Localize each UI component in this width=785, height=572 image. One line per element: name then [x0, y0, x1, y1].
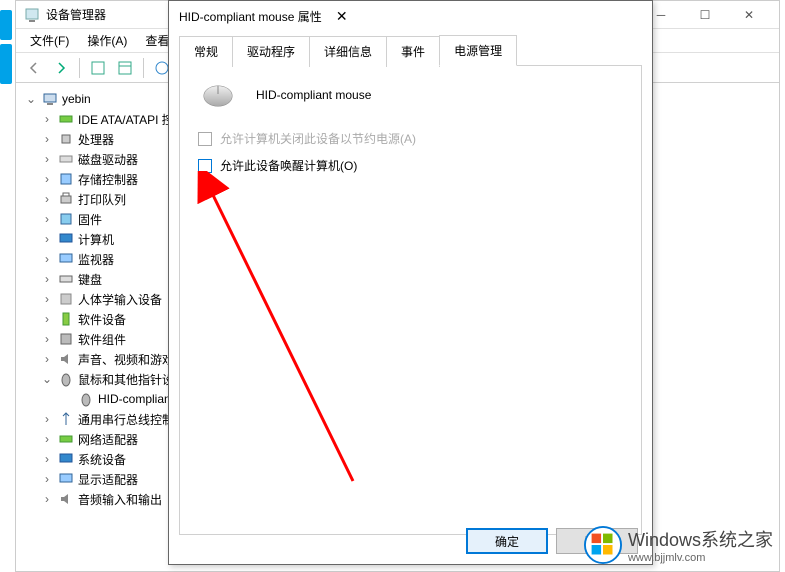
audio-icon: [58, 351, 74, 367]
cpu-icon: [58, 131, 74, 147]
disk-icon: [58, 151, 74, 167]
watermark-brand: Windows系统之家: [628, 530, 773, 550]
firmware-icon: [58, 211, 74, 227]
properties-dialog: HID-compliant mouse 属性 ✕ 常规 驱动程序 详细信息 事件…: [168, 0, 653, 565]
tab-general[interactable]: 常规: [179, 36, 233, 67]
caret-right-icon[interactable]: ›: [40, 452, 54, 466]
printer-icon: [58, 191, 74, 207]
caret-right-icon[interactable]: ›: [40, 412, 54, 426]
devmgr-icon: [24, 7, 40, 23]
storage-icon: [58, 171, 74, 187]
tab-content-power: HID-compliant mouse 允许计算机关闭此设备以节约电源(A) 允…: [179, 65, 642, 535]
tab-details[interactable]: 详细信息: [309, 36, 387, 67]
caret-right-icon[interactable]: ›: [40, 312, 54, 326]
close-button[interactable]: ✕: [727, 1, 771, 29]
caret-right-icon[interactable]: ›: [40, 172, 54, 186]
tab-power[interactable]: 电源管理: [439, 35, 517, 66]
monitor-icon: [58, 251, 74, 267]
menu-file[interactable]: 文件(F): [22, 29, 77, 52]
dialog-close-button[interactable]: ✕: [322, 2, 362, 30]
caret-right-icon[interactable]: ›: [40, 152, 54, 166]
tree-root-label: yebin: [62, 92, 91, 106]
mouse-icon: [78, 391, 94, 407]
caret-right-icon[interactable]: ›: [40, 272, 54, 286]
caret-right-icon[interactable]: ›: [40, 212, 54, 226]
decorative-sidebar: [0, 10, 14, 570]
caret-right-icon[interactable]: ›: [40, 112, 54, 126]
mouse-large-icon: [198, 80, 238, 110]
tab-driver[interactable]: 驱动程序: [232, 36, 310, 67]
devmgr-title-text: 设备管理器: [46, 6, 106, 23]
caret-right-icon[interactable]: ›: [40, 252, 54, 266]
caret-down-icon[interactable]: ⌄: [24, 92, 38, 106]
software-component-icon: [58, 331, 74, 347]
caret-right-icon[interactable]: ›: [40, 332, 54, 346]
network-icon: [58, 431, 74, 447]
checkbox-icon: [198, 132, 212, 146]
checkbox-label: 允许计算机关闭此设备以节约电源(A): [220, 130, 416, 147]
dialog-titlebar: HID-compliant mouse 属性 ✕: [169, 1, 652, 31]
checkbox-allow-wake[interactable]: 允许此设备唤醒计算机(O): [198, 157, 623, 174]
caret-right-icon[interactable]: ›: [40, 292, 54, 306]
watermark-url: www.bjjmlv.com: [628, 552, 773, 564]
display-icon: [58, 471, 74, 487]
tool-forward[interactable]: [49, 56, 73, 80]
checkbox-allow-poweroff: 允许计算机关闭此设备以节约电源(A): [198, 130, 623, 147]
checkbox-icon[interactable]: [198, 159, 212, 173]
caret-right-icon[interactable]: ›: [40, 132, 54, 146]
computer-icon: [42, 91, 58, 107]
tool-view[interactable]: [113, 56, 137, 80]
ok-button[interactable]: 确定: [466, 528, 548, 554]
caret-right-icon[interactable]: ›: [40, 492, 54, 506]
tab-events[interactable]: 事件: [386, 36, 440, 67]
system-icon: [58, 451, 74, 467]
keyboard-icon: [58, 271, 74, 287]
windows-logo-icon: [584, 526, 622, 564]
software-device-icon: [58, 311, 74, 327]
caret-down-icon[interactable]: ⌄: [40, 372, 54, 386]
computer-icon: [58, 231, 74, 247]
mouse-icon: [58, 371, 74, 387]
ide-icon: [58, 111, 74, 127]
caret-right-icon[interactable]: ›: [40, 232, 54, 246]
tool-properties[interactable]: [86, 56, 110, 80]
tool-back[interactable]: [22, 56, 46, 80]
caret-right-icon[interactable]: ›: [40, 192, 54, 206]
menu-action[interactable]: 操作(A): [79, 29, 135, 52]
dialog-title-text: HID-compliant mouse 属性: [179, 8, 322, 25]
caret-right-icon[interactable]: ›: [40, 472, 54, 486]
audio-io-icon: [58, 491, 74, 507]
device-name-label: HID-compliant mouse: [256, 88, 371, 102]
watermark: Windows系统之家 www.bjjmlv.com: [584, 526, 773, 564]
hid-icon: [58, 291, 74, 307]
dialog-tabs: 常规 驱动程序 详细信息 事件 电源管理: [179, 35, 642, 66]
caret-right-icon[interactable]: ›: [40, 352, 54, 366]
caret-right-icon[interactable]: ›: [40, 432, 54, 446]
maximize-button[interactable]: ☐: [683, 1, 727, 29]
checkbox-label: 允许此设备唤醒计算机(O): [220, 157, 357, 174]
usb-icon: [58, 411, 74, 427]
